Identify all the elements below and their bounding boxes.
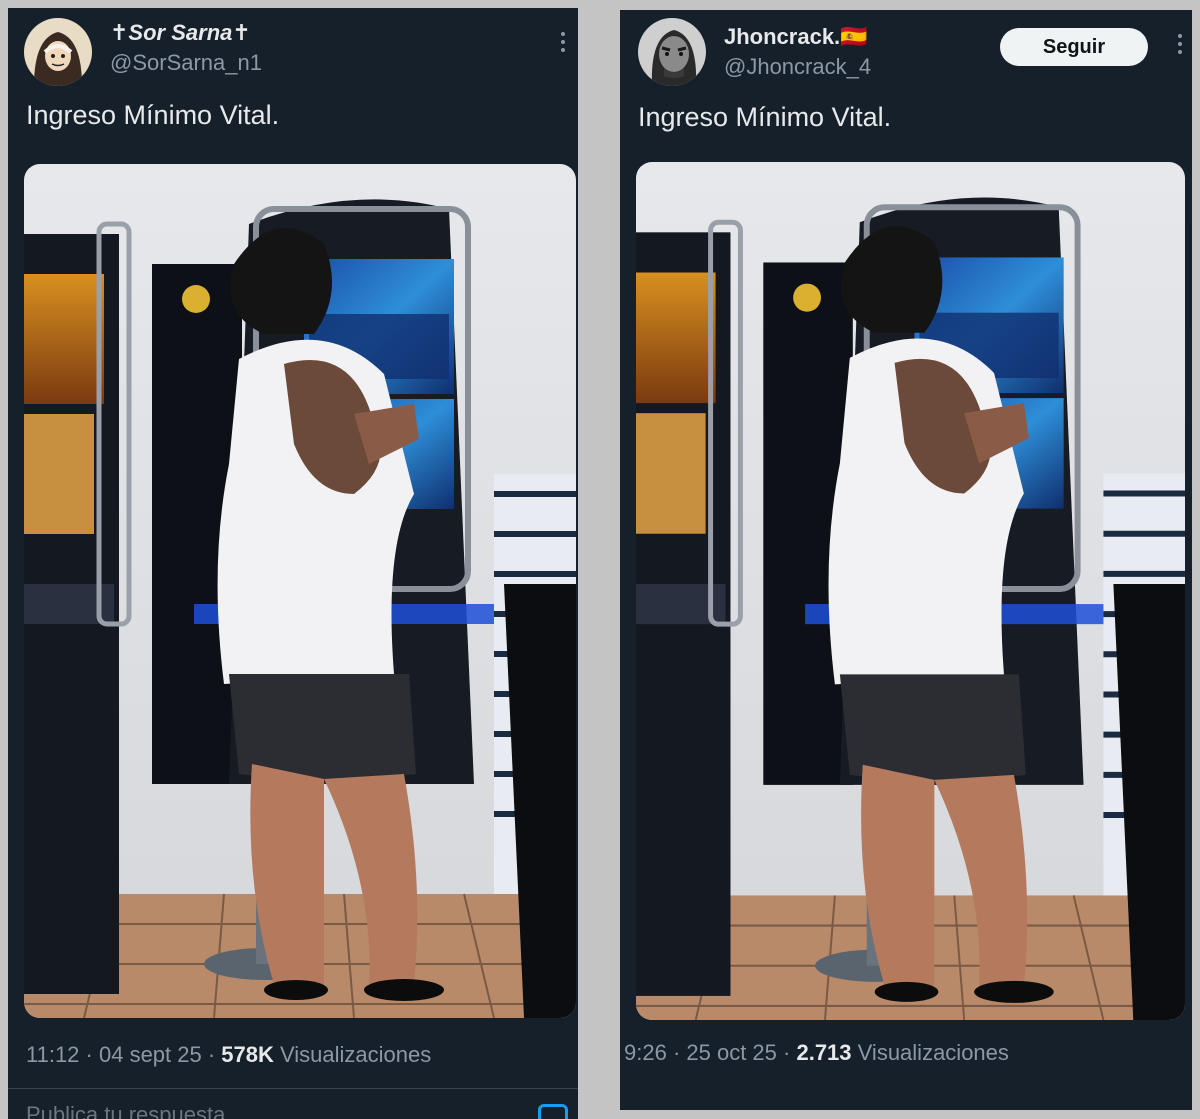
tweet-card[interactable]: ✝Sor Sarna✝ @SorSarna_n1 Ingreso Mínimo … xyxy=(8,8,578,1119)
image-upload-icon[interactable] xyxy=(538,1104,568,1119)
tweet-time[interactable]: 11:12 xyxy=(26,1042,79,1067)
reply-input[interactable]: Publica tu respuesta xyxy=(26,1102,225,1119)
tweet-photo[interactable] xyxy=(24,164,576,1018)
view-count: 2.713 xyxy=(796,1040,852,1065)
tweet-metadata: 11:12 · 04 sept 25 · 578K Visualizacione… xyxy=(26,1042,432,1067)
tweet-card[interactable]: Jhoncrack.🇪🇸 @Jhoncrack_4 Seguir Ingreso… xyxy=(620,10,1192,1110)
tweet-metadata: 9:26 · 25 oct 25 · 2.713 Visualizaciones xyxy=(624,1040,1009,1065)
nun-avatar-icon[interactable] xyxy=(24,18,92,86)
display-name[interactable]: Jhoncrack.🇪🇸 xyxy=(724,24,868,50)
more-options-icon[interactable] xyxy=(560,32,566,56)
man-avatar-icon[interactable] xyxy=(638,18,706,86)
tweet-time[interactable]: 9:26 xyxy=(624,1040,667,1065)
follow-button[interactable]: Seguir xyxy=(1000,28,1148,66)
more-options-icon[interactable] xyxy=(1177,34,1183,58)
tweet-text: Ingreso Mínimo Vital. xyxy=(26,100,280,130)
username-handle[interactable]: @SorSarna_n1 xyxy=(110,50,262,76)
view-count: 578K xyxy=(221,1042,274,1067)
tweet-text: Ingreso Mínimo Vital. xyxy=(638,102,892,132)
display-name[interactable]: ✝Sor Sarna✝ xyxy=(110,20,251,46)
tweet-photo[interactable] xyxy=(636,162,1185,1020)
views-label: Visualizaciones xyxy=(857,1040,1009,1065)
views-label: Visualizaciones xyxy=(280,1042,432,1067)
divider xyxy=(8,1088,578,1089)
username-handle[interactable]: @Jhoncrack_4 xyxy=(724,54,871,80)
tweet-date[interactable]: 25 oct 25 xyxy=(686,1040,777,1065)
tweet-date[interactable]: 04 sept 25 xyxy=(99,1042,202,1067)
